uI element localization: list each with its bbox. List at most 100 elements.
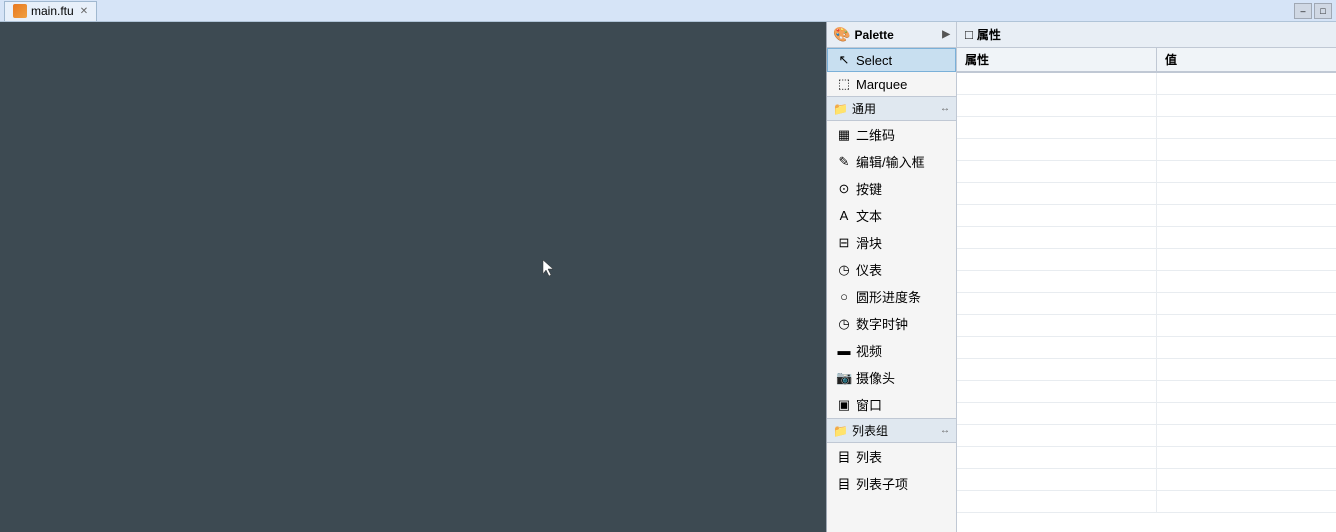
right-panel: 🎨 Palette ▶ ↖ Select ⬚ Marquee 📁 通用 — [826, 22, 1336, 532]
listgroup-expand-icon[interactable]: ↔ — [940, 425, 950, 436]
props-row — [957, 315, 1336, 337]
marquee-icon: ⬚ — [836, 76, 852, 92]
palette-icon: 🎨 — [833, 26, 850, 43]
palette-item-editor[interactable]: ✎ 编辑/输入框 — [827, 148, 956, 175]
props-row — [957, 183, 1336, 205]
palette-expand-icon[interactable]: ▶ — [942, 29, 950, 40]
camera-icon: 📷 — [836, 370, 852, 386]
props-row — [957, 403, 1336, 425]
button-label: 按键 — [856, 179, 882, 198]
general-expand-icon[interactable]: ↔ — [940, 103, 950, 114]
qrcode-icon: ▦ — [836, 127, 852, 143]
palette-item-gauge[interactable]: ◷ 仪表 — [827, 256, 956, 283]
top-bar: main.ftu ✕ – □ — [0, 0, 1336, 22]
section-general-left: 📁 通用 — [833, 100, 876, 117]
circle-label: 圆形进度条 — [856, 287, 921, 306]
props-row — [957, 293, 1336, 315]
props-col-property: 属性 — [957, 48, 1157, 71]
window-icon: ▣ — [836, 397, 852, 413]
select-label: Select — [856, 53, 892, 68]
props-row — [957, 425, 1336, 447]
gauge-label: 仪表 — [856, 260, 882, 279]
main-tab[interactable]: main.ftu ✕ — [4, 1, 97, 21]
palette-item-slider[interactable]: ⊟ 滑块 — [827, 229, 956, 256]
palette-item-clock[interactable]: ◷ 数字时钟 — [827, 310, 956, 337]
palette-item-window[interactable]: ▣ 窗口 — [827, 391, 956, 418]
props-row — [957, 139, 1336, 161]
palette-item-button[interactable]: ⊙ 按键 — [827, 175, 956, 202]
props-row — [957, 337, 1336, 359]
palette-item-text[interactable]: A 文本 — [827, 202, 956, 229]
palette-header: 🎨 Palette ▶ — [827, 22, 956, 48]
properties-panel: □ 属性 属性 值 — [957, 22, 1336, 532]
listgroup-section-icon: 📁 — [833, 424, 848, 438]
circle-icon: ○ — [836, 289, 852, 304]
props-row — [957, 447, 1336, 469]
canvas-area[interactable] — [0, 22, 826, 532]
props-row — [957, 271, 1336, 293]
slider-label: 滑块 — [856, 233, 882, 252]
camera-label: 摄像头 — [856, 368, 895, 387]
list-item-icon: 目 — [836, 474, 852, 493]
list-item-label: 列表子项 — [856, 474, 908, 493]
gauge-icon: ◷ — [836, 262, 852, 278]
minimize-button[interactable]: – — [1294, 3, 1312, 19]
props-row — [957, 469, 1336, 491]
palette-item-qrcode[interactable]: ▦ 二维码 — [827, 121, 956, 148]
tab-file-icon — [13, 4, 27, 18]
props-row — [957, 73, 1336, 95]
palette-item-list-item[interactable]: 目 列表子项 — [827, 470, 956, 497]
video-icon: ▬ — [836, 343, 852, 358]
tab-label: main.ftu — [31, 4, 74, 18]
properties-title-icon: □ — [965, 27, 973, 42]
list-icon: 目 — [836, 447, 852, 466]
props-row — [957, 381, 1336, 403]
props-header-row: 属性 值 — [957, 48, 1336, 73]
text-icon: A — [836, 208, 852, 223]
clock-icon: ◷ — [836, 316, 852, 332]
palette-item-camera[interactable]: 📷 摄像头 — [827, 364, 956, 391]
props-row — [957, 95, 1336, 117]
props-row — [957, 359, 1336, 381]
button-icon: ⊙ — [836, 181, 852, 197]
section-listgroup-left: 📁 列表组 — [833, 422, 888, 439]
props-row — [957, 227, 1336, 249]
general-section-icon: 📁 — [833, 102, 848, 116]
window-controls: – □ — [1294, 3, 1332, 19]
palette-panel: 🎨 Palette ▶ ↖ Select ⬚ Marquee 📁 通用 — [827, 22, 957, 532]
properties-title: 属性 — [977, 26, 1001, 43]
props-col-value: 值 — [1157, 48, 1336, 71]
tab-close-button[interactable]: ✕ — [80, 6, 88, 17]
general-section-label: 通用 — [852, 100, 876, 117]
palette-header-label: Palette — [854, 28, 893, 42]
palette-item-video[interactable]: ▬ 视频 — [827, 337, 956, 364]
palette-item-circle[interactable]: ○ 圆形进度条 — [827, 283, 956, 310]
marquee-label: Marquee — [856, 77, 907, 92]
editor-label: 编辑/输入框 — [856, 152, 925, 171]
qrcode-label: 二维码 — [856, 125, 895, 144]
palette-item-list[interactable]: 目 列表 — [827, 443, 956, 470]
restore-button[interactable]: □ — [1314, 3, 1332, 19]
section-general[interactable]: 📁 通用 ↔ — [827, 96, 956, 121]
list-label: 列表 — [856, 447, 882, 466]
window-label: 窗口 — [856, 395, 882, 414]
section-listgroup[interactable]: 📁 列表组 ↔ — [827, 418, 956, 443]
slider-icon: ⊟ — [836, 235, 852, 251]
text-label: 文本 — [856, 206, 882, 225]
props-row — [957, 117, 1336, 139]
palette-item-marquee[interactable]: ⬚ Marquee — [827, 72, 956, 96]
props-row — [957, 491, 1336, 513]
props-row — [957, 205, 1336, 227]
main-layout: 🎨 Palette ▶ ↖ Select ⬚ Marquee 📁 通用 — [0, 22, 1336, 532]
properties-table: 属性 值 — [957, 48, 1336, 532]
palette-item-select[interactable]: ↖ Select — [827, 48, 956, 72]
palette-header-left: 🎨 Palette — [833, 26, 894, 43]
listgroup-section-label: 列表组 — [852, 422, 888, 439]
clock-label: 数字时钟 — [856, 314, 908, 333]
cursor-arrow — [541, 258, 555, 276]
props-row — [957, 161, 1336, 183]
properties-title-bar: □ 属性 — [957, 22, 1336, 48]
select-icon: ↖ — [836, 52, 852, 68]
props-row — [957, 249, 1336, 271]
editor-icon: ✎ — [836, 154, 852, 170]
